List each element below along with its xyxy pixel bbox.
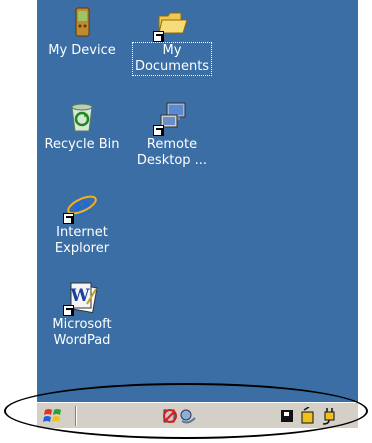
wordpad-icon: W: [63, 280, 99, 316]
folder-icon: [153, 6, 189, 42]
desktop-icon-remote-desktop[interactable]: Remote Desktop ...: [129, 100, 215, 169]
shortcut-arrow-icon: [63, 213, 74, 224]
recycle-bin-icon: [65, 100, 99, 134]
shortcut-arrow-icon: [153, 125, 164, 136]
network-status-icon[interactable]: [161, 407, 179, 425]
remote-desktop-icon: [153, 100, 189, 136]
desktop-icon-label: My Documents: [131, 42, 213, 76]
taskbar: [37, 402, 358, 428]
desktop-icon-internet-explorer[interactable]: e Internet Explorer: [39, 188, 125, 257]
shortcut-arrow-icon: [63, 305, 74, 316]
desktop-icon-label: My Device: [48, 43, 116, 58]
desktop-icon-my-documents[interactable]: My Documents: [129, 6, 215, 76]
taskbar-separator: [75, 406, 77, 426]
activesync-icon[interactable]: [179, 407, 197, 425]
svg-text:e: e: [73, 189, 91, 222]
desktop-icon-label: Recycle Bin: [44, 137, 120, 152]
battery-icon[interactable]: [298, 406, 316, 425]
desktop-icon-recycle-bin[interactable]: Recycle Bin: [39, 100, 125, 153]
power-plug-icon[interactable]: [320, 407, 338, 425]
memory-card-icon[interactable]: [278, 407, 296, 425]
windows-start-icon[interactable]: [43, 407, 63, 425]
desktop-icon-my-device[interactable]: My Device: [39, 6, 125, 59]
desktop: My Device My Documents Recycle Bin Remot…: [37, 0, 358, 402]
my-device-icon: [65, 6, 99, 40]
shortcut-arrow-icon: [153, 31, 164, 42]
desktop-icon-label: Remote Desktop ...: [136, 137, 208, 168]
desktop-icon-label: Internet Explorer: [54, 225, 110, 256]
desktop-icon-wordpad[interactable]: W Microsoft WordPad: [39, 280, 125, 349]
desktop-icon-label: Microsoft WordPad: [52, 317, 112, 348]
internet-explorer-icon: e: [63, 188, 99, 224]
